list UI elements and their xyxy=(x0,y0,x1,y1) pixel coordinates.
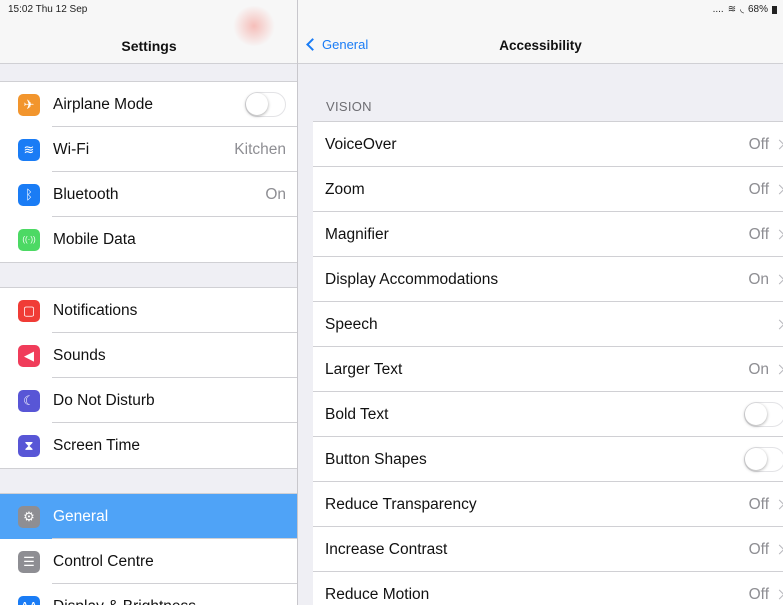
setting-label: Larger Text xyxy=(325,360,403,378)
wifi-icon: ≋ xyxy=(18,138,40,161)
setting-row-display-accommodations[interactable]: Display Accommodations On xyxy=(313,257,783,302)
antenna-icon: ((·)) xyxy=(18,228,40,251)
status-indicators: .... ≋ ◟ 68% xyxy=(713,4,777,15)
sidebar-item-control-centre[interactable]: ☰ Control Centre xyxy=(0,539,297,584)
setting-label: Reduce Motion xyxy=(325,585,430,603)
chevron-right-icon xyxy=(774,544,783,555)
setting-value: Off xyxy=(748,225,769,243)
charging-icon: ◟ xyxy=(740,4,744,15)
sidebar-item-label: Display & Brightness xyxy=(53,598,196,605)
battery-icon xyxy=(772,5,777,14)
toggle-knob xyxy=(246,93,268,115)
sidebar-item-value: On xyxy=(265,185,286,203)
setting-value: Off xyxy=(748,495,769,513)
sidebar-item-label: General xyxy=(53,507,109,525)
sidebar-group-connectivity: ✈ Airplane Mode ≋ Wi-Fi Kitchen ᛒ Bluetooth On (… xyxy=(0,81,297,263)
control-centre-icon: ☰ xyxy=(18,550,40,573)
setting-row-button-shapes[interactable]: Button Shapes xyxy=(313,437,783,482)
sidebar-item-label: Do Not Disturb xyxy=(53,391,155,409)
setting-row-voiceover[interactable]: VoiceOver Off xyxy=(313,122,783,167)
chevron-right-icon xyxy=(774,319,783,330)
setting-row-speech[interactable]: Speech xyxy=(313,302,783,347)
sidebar-item-label: Control Centre xyxy=(53,552,154,570)
sidebar-item-general[interactable]: ⚙ General xyxy=(0,494,297,539)
sidebar-item-label: Notifications xyxy=(53,301,138,319)
setting-value: Off xyxy=(748,540,769,558)
airplane-icon: ✈ xyxy=(18,93,40,116)
status-bar: 15:02 Thu 12 Sep .... ≋ ◟ 68% xyxy=(0,0,783,20)
setting-row-larger-text[interactable]: Larger Text On xyxy=(313,347,783,392)
gear-icon: ⚙ xyxy=(18,505,40,528)
setting-label: VoiceOver xyxy=(325,135,397,153)
sidebar-item-airplane-mode[interactable]: ✈ Airplane Mode xyxy=(0,82,297,127)
setting-value: Off xyxy=(748,180,769,198)
setting-value: Off xyxy=(748,585,769,603)
sidebar-item-label: Bluetooth xyxy=(53,185,119,203)
setting-label: Zoom xyxy=(325,180,365,198)
hourglass-icon: ⧗ xyxy=(18,434,40,457)
sidebar-item-mobile-data[interactable]: ((·)) Mobile Data xyxy=(0,217,297,262)
setting-value: On xyxy=(748,270,769,288)
battery-percent: 68% xyxy=(747,4,768,15)
setting-row-reduce-transparency[interactable]: Reduce Transparency Off xyxy=(313,482,783,527)
settings-sidebar: Settings ✈ Airplane Mode ≋ Wi-Fi Kitchen ᛒ Blu… xyxy=(0,0,298,605)
signal-icon: .... xyxy=(712,4,724,15)
sidebar-item-display-and-brightness[interactable]: AA Display & Brightness xyxy=(0,584,297,605)
chevron-right-icon xyxy=(774,274,783,285)
sidebar-item-bluetooth[interactable]: ᛒ Bluetooth On xyxy=(0,172,297,217)
sidebar-item-label: Screen Time xyxy=(53,436,141,454)
display-icon: AA xyxy=(18,595,40,605)
section-header-vision: VISION xyxy=(326,99,372,114)
sidebar-item-label: Wi-Fi xyxy=(53,140,90,158)
notifications-icon: ▢ xyxy=(18,299,40,322)
bluetooth-icon: ᛒ xyxy=(18,183,40,206)
moon-icon: ☾ xyxy=(18,389,40,412)
sidebar-item-sounds[interactable]: ◀ Sounds xyxy=(0,333,297,378)
chevron-right-icon xyxy=(774,499,783,510)
sidebar-item-wi-fi[interactable]: ≋ Wi-Fi Kitchen xyxy=(0,127,297,172)
chevron-right-icon xyxy=(774,229,783,240)
chevron-right-icon xyxy=(774,364,783,375)
sidebar-item-label: Mobile Data xyxy=(53,230,136,248)
setting-label: Bold Text xyxy=(325,405,389,423)
status-time: 15:02 Thu 12 Sep xyxy=(8,4,88,15)
bold-text-toggle[interactable] xyxy=(744,402,783,427)
chevron-right-icon xyxy=(774,184,783,195)
setting-label: Speech xyxy=(325,315,378,333)
setting-label: Reduce Transparency xyxy=(325,495,477,513)
setting-value: Off xyxy=(748,135,769,153)
setting-label: Display Accommodations xyxy=(325,270,499,288)
sidebar-group-general: ⚙ General ☰ Control Centre AA Display & Brigh… xyxy=(0,493,297,605)
sidebar-item-value: Kitchen xyxy=(234,140,286,158)
sidebar-item-label: Airplane Mode xyxy=(53,95,153,113)
page-title: Accessibility xyxy=(499,38,582,53)
setting-label: Button Shapes xyxy=(325,450,427,468)
sidebar-group-notifications: ▢ Notifications ◀ Sounds ☾ Do Not Disturb ⧗ Scr… xyxy=(0,287,297,469)
accessibility-pane: General Accessibility VISION VoiceOver Of… xyxy=(298,0,783,605)
setting-row-reduce-motion[interactable]: Reduce Motion Off xyxy=(313,572,783,605)
setting-row-zoom[interactable]: Zoom Off xyxy=(313,167,783,212)
sidebar-item-notifications[interactable]: ▢ Notifications xyxy=(0,288,297,333)
vision-settings-list: VoiceOver Off Zoom Off Magnifier Off Display A… xyxy=(313,121,783,605)
button-shapes-toggle[interactable] xyxy=(744,447,783,472)
toggle-knob xyxy=(745,403,767,425)
setting-label: Magnifier xyxy=(325,225,389,243)
wifi-status-icon: ≋ xyxy=(727,4,737,15)
speaker-icon: ◀ xyxy=(18,344,40,367)
airplane-mode-toggle[interactable] xyxy=(245,92,286,117)
setting-row-magnifier[interactable]: Magnifier Off xyxy=(313,212,783,257)
setting-row-increase-contrast[interactable]: Increase Contrast Off xyxy=(313,527,783,572)
chevron-right-icon xyxy=(774,589,783,600)
setting-label: Increase Contrast xyxy=(325,540,448,558)
chevron-right-icon xyxy=(774,139,783,150)
sidebar-title: Settings xyxy=(121,38,177,54)
toggle-knob xyxy=(745,448,767,470)
sidebar-item-screen-time[interactable]: ⧗ Screen Time xyxy=(0,423,297,468)
setting-value: On xyxy=(748,360,769,378)
sidebar-item-label: Sounds xyxy=(53,346,106,364)
setting-row-bold-text[interactable]: Bold Text xyxy=(313,392,783,437)
sidebar-item-do-not-disturb[interactable]: ☾ Do Not Disturb xyxy=(0,378,297,423)
